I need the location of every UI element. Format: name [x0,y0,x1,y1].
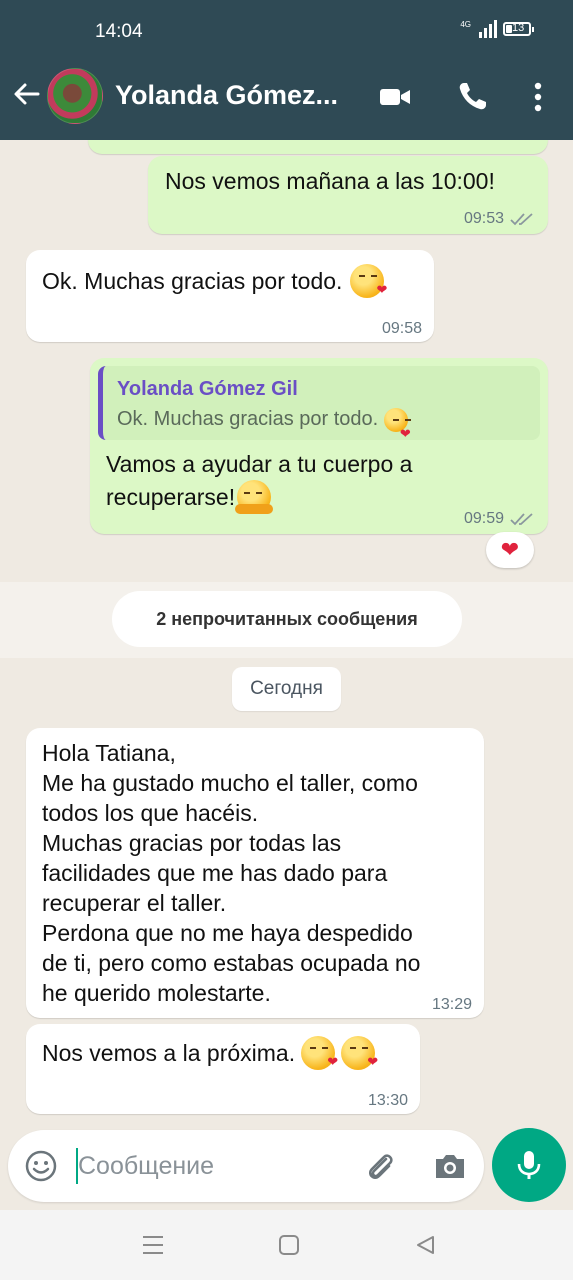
quote-author: Yolanda Gómez Gil [117,378,298,400]
heart-reaction-icon[interactable]: ❤ [486,532,534,568]
message-bubble-incoming[interactable]: Ok. Muchas gracias por todo. 09:58 [26,250,434,342]
signal-icon [479,20,497,38]
message-text: Ok. Muchas gracias por todo. [42,268,343,294]
attach-icon[interactable] [362,1148,398,1184]
mic-icon [517,1151,541,1179]
message-time: 09:59 [464,504,534,534]
nav-home-icon[interactable] [278,1234,300,1256]
message-composer[interactable]: Сообщение [8,1130,484,1202]
quoted-message[interactable]: Yolanda Gómez Gil Ok. Muchas gracias por… [98,366,540,449]
hugging-face-emoji-icon [235,480,274,514]
message-text: Vamos a ayudar a tu cuerpo a recuperarse… [106,448,412,514]
kissing-heart-emoji-icon [383,407,411,449]
camera-icon[interactable] [432,1148,468,1184]
message-text: Hola Tatiana, Me ha gustado mucho el tal… [42,740,421,1006]
more-vert-icon[interactable] [521,80,555,114]
status-icons: 4G 13 [460,20,534,38]
double-check-icon [510,513,533,526]
message-time: 13:30 [367,1092,408,1109]
message-time: 09:53 [464,204,534,234]
contact-name[interactable]: Yolanda Gómez... [115,80,338,111]
message-bubble-outgoing[interactable]: Nos vemos mañana a las 10:00! 09:53 [148,156,548,234]
chat-area[interactable]: Nos vemos mañana a las 10:00! 09:53 Ok. … [0,140,573,1130]
quote-text: Ok. Muchas gracias por todo. [117,404,411,449]
kissing-heart-emoji-icon [301,1036,338,1077]
message-content: Ok. Muchas gracias por todo. [42,264,387,305]
avatar[interactable] [47,68,103,124]
video-call-icon[interactable] [378,80,412,114]
system-nav-bar [0,1210,573,1280]
kissing-heart-emoji-icon [341,1036,378,1077]
message-text: Nos vemos a la próxima. [42,1040,296,1066]
message-bubble-incoming[interactable]: Nos vemos a la próxima. 13:30 [26,1024,420,1114]
emoji-icon[interactable] [24,1149,58,1183]
message-time: 09:58 [381,320,422,337]
double-check-icon [510,213,533,226]
chat-header: 14:04 4G 13 Yolanda Gómez... [0,0,573,140]
message-content: Nos vemos a la próxima. [42,1036,378,1077]
phone-icon[interactable] [455,80,489,114]
kissing-heart-emoji-icon [350,264,387,305]
message-bubble-incoming[interactable]: Hola Tatiana, Me ha gustado mucho el tal… [26,728,484,1018]
back-arrow-icon[interactable] [12,80,40,108]
message-bubble-outgoing-reply[interactable]: Yolanda Gómez Gil Ok. Muchas gracias por… [90,358,548,534]
message-bubble-partial [88,140,548,154]
message-text: Nos vemos mañana a las 10:00! [165,168,495,194]
unread-banner: 2 непрочитанных сообщения [112,591,462,647]
message-input[interactable]: Сообщение [78,1152,214,1181]
message-time: 13:29 [431,996,472,1013]
network-type: 4G [460,20,471,29]
nav-menu-icon[interactable] [141,1234,165,1256]
mic-button[interactable] [492,1128,566,1202]
date-divider: Сегодня [232,667,341,711]
battery-icon: 13 [503,22,534,36]
status-time: 14:04 [95,21,143,42]
battery-level: 13 [512,22,525,34]
nav-back-icon[interactable] [414,1234,436,1256]
